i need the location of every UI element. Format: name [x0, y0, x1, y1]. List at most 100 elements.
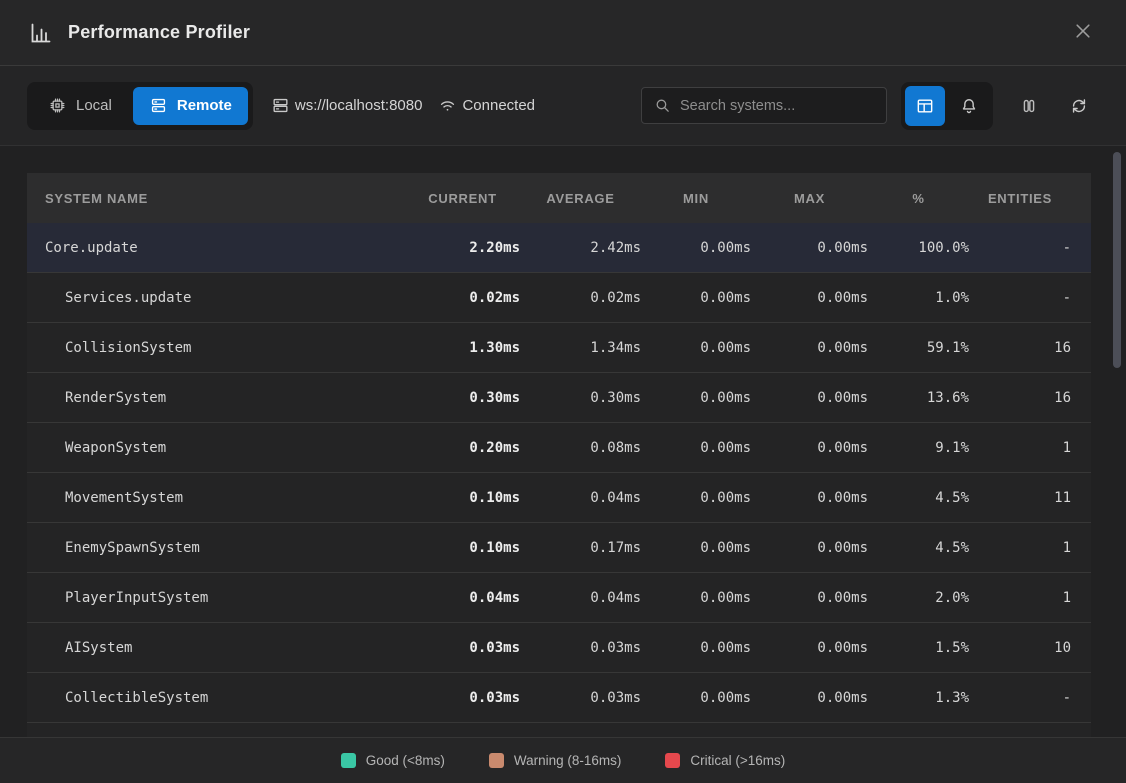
- cpu-icon: [48, 96, 67, 115]
- max-cell: 0.00ms: [751, 340, 868, 356]
- column-header-system-name: SYSTEM NAME: [27, 191, 405, 206]
- alerts-button[interactable]: [949, 86, 989, 126]
- close-button[interactable]: [1068, 18, 1098, 48]
- bar-chart-icon: [28, 21, 52, 45]
- toolbar: Local Remote: [0, 66, 1126, 146]
- max-cell: 0.00ms: [751, 640, 868, 656]
- table-row[interactable]: EnemySpawnSystem 0.10ms 0.17ms 0.00ms 0.…: [27, 523, 1091, 573]
- entities-cell: 1: [969, 540, 1071, 556]
- entities-cell: 11: [969, 490, 1071, 506]
- table-view-button[interactable]: [905, 86, 945, 126]
- legend-swatch: [665, 753, 680, 768]
- column-header-max: MAX: [751, 191, 868, 206]
- max-cell: 0.00ms: [751, 240, 868, 256]
- min-cell: 0.00ms: [641, 590, 751, 606]
- min-cell: 0.00ms: [641, 340, 751, 356]
- table-body: Core.update 2.20ms 2.42ms 0.00ms 0.00ms …: [27, 223, 1091, 723]
- page-title: Performance Profiler: [68, 22, 250, 43]
- column-header-current: CURRENT: [405, 191, 520, 206]
- max-cell: 0.00ms: [751, 490, 868, 506]
- view-toggle-group: [901, 82, 993, 130]
- max-cell: 0.00ms: [751, 540, 868, 556]
- server-icon: [149, 96, 168, 115]
- percent-cell: 4.5%: [868, 490, 969, 506]
- remote-button-label: Remote: [177, 97, 232, 114]
- current-cell: 0.20ms: [405, 440, 520, 456]
- average-cell: 0.03ms: [520, 690, 641, 706]
- performance-profiler-window: Performance Profiler Local: [0, 0, 1126, 783]
- average-cell: 0.08ms: [520, 440, 641, 456]
- pause-button[interactable]: [1009, 86, 1049, 126]
- connection-status: Connected: [462, 97, 535, 114]
- average-cell: 0.04ms: [520, 590, 641, 606]
- current-cell: 0.02ms: [405, 290, 520, 306]
- average-cell: 0.03ms: [520, 640, 641, 656]
- percent-cell: 59.1%: [868, 340, 969, 356]
- min-cell: 0.00ms: [641, 290, 751, 306]
- system-name-cell: MovementSystem: [27, 490, 405, 506]
- table-row[interactable]: MovementSystem 0.10ms 0.04ms 0.00ms 0.00…: [27, 473, 1091, 523]
- websocket-url: ws://localhost:8080: [295, 97, 423, 114]
- system-name-cell: Services.update: [27, 290, 405, 306]
- current-cell: 0.03ms: [405, 640, 520, 656]
- entities-cell: -: [969, 290, 1071, 306]
- max-cell: 0.00ms: [751, 690, 868, 706]
- average-cell: 2.42ms: [520, 240, 641, 256]
- percent-cell: 1.3%: [868, 690, 969, 706]
- entities-cell: -: [969, 240, 1071, 256]
- systems-table: SYSTEM NAMECURRENTAVERAGEMINMAX%ENTITIES…: [27, 173, 1091, 737]
- column-header-min: MIN: [641, 191, 751, 206]
- legend-label: Good (<8ms): [366, 753, 445, 768]
- min-cell: 0.00ms: [641, 390, 751, 406]
- column-header-entities: ENTITIES: [969, 191, 1071, 206]
- entities-cell: -: [969, 690, 1071, 706]
- average-cell: 0.04ms: [520, 490, 641, 506]
- table-row[interactable]: Services.update 0.02ms 0.02ms 0.00ms 0.0…: [27, 273, 1091, 323]
- connection-info: ws://localhost:8080 Connected: [271, 96, 535, 115]
- system-name-cell: Core.update: [27, 240, 405, 256]
- min-cell: 0.00ms: [641, 490, 751, 506]
- system-name-cell: CollectibleSystem: [27, 690, 405, 706]
- system-name-cell: PlayerInputSystem: [27, 590, 405, 606]
- refresh-button[interactable]: [1059, 86, 1099, 126]
- table-row[interactable]: CollectibleSystem 0.03ms 0.03ms 0.00ms 0…: [27, 673, 1091, 723]
- current-cell: 0.10ms: [405, 490, 520, 506]
- system-name-cell: AISystem: [27, 640, 405, 656]
- table-row[interactable]: Core.update 2.20ms 2.42ms 0.00ms 0.00ms …: [27, 223, 1091, 273]
- table-row[interactable]: RenderSystem 0.30ms 0.30ms 0.00ms 0.00ms…: [27, 373, 1091, 423]
- wifi-icon: [438, 96, 457, 115]
- table-header-row: SYSTEM NAMECURRENTAVERAGEMINMAX%ENTITIES: [27, 173, 1091, 223]
- search-box: [641, 87, 887, 124]
- local-button[interactable]: Local: [32, 87, 128, 125]
- table-row[interactable]: WeaponSystem 0.20ms 0.08ms 0.00ms 0.00ms…: [27, 423, 1091, 473]
- entities-cell: 1: [969, 590, 1071, 606]
- average-cell: 1.34ms: [520, 340, 641, 356]
- table-row[interactable]: AISystem 0.03ms 0.03ms 0.00ms 0.00ms 1.5…: [27, 623, 1091, 673]
- system-name-cell: WeaponSystem: [27, 440, 405, 456]
- search-input[interactable]: [680, 98, 874, 114]
- current-cell: 0.04ms: [405, 590, 520, 606]
- system-name-cell: EnemySpawnSystem: [27, 540, 405, 556]
- vertical-scrollbar-thumb[interactable]: [1113, 152, 1121, 368]
- remote-button[interactable]: Remote: [133, 87, 248, 125]
- title-bar: Performance Profiler: [0, 0, 1126, 66]
- legend-item: Warning (8-16ms): [489, 753, 622, 768]
- current-cell: 1.30ms: [405, 340, 520, 356]
- table-row[interactable]: PlayerInputSystem 0.04ms 0.04ms 0.00ms 0…: [27, 573, 1091, 623]
- search-icon: [654, 97, 671, 114]
- min-cell: 0.00ms: [641, 640, 751, 656]
- min-cell: 0.00ms: [641, 440, 751, 456]
- legend-swatch: [489, 753, 504, 768]
- system-name-cell: RenderSystem: [27, 390, 405, 406]
- max-cell: 0.00ms: [751, 290, 868, 306]
- max-cell: 0.00ms: [751, 440, 868, 456]
- current-cell: 0.10ms: [405, 540, 520, 556]
- refresh-icon: [1069, 96, 1089, 116]
- table-row[interactable]: CollisionSystem 1.30ms 1.34ms 0.00ms 0.0…: [27, 323, 1091, 373]
- average-cell: 0.02ms: [520, 290, 641, 306]
- min-cell: 0.00ms: [641, 690, 751, 706]
- percent-cell: 1.5%: [868, 640, 969, 656]
- current-cell: 2.20ms: [405, 240, 520, 256]
- table-icon: [915, 96, 935, 116]
- main-content: SYSTEM NAMECURRENTAVERAGEMINMAX%ENTITIES…: [0, 146, 1126, 737]
